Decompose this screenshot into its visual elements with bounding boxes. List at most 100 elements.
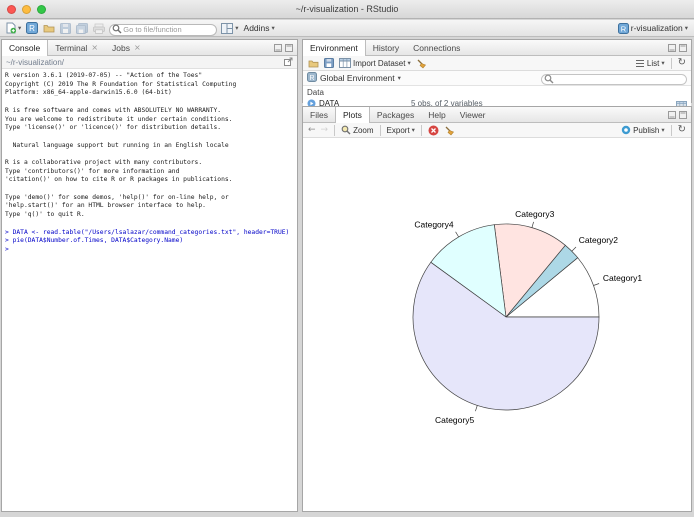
environment-scope-row: R Global Environment ▾ <box>303 71 691 86</box>
tab-packages[interactable]: Packages <box>370 107 421 122</box>
maximize-pane-icon[interactable] <box>679 106 687 124</box>
tab-help[interactable]: Help <box>421 107 452 122</box>
console-output-line: 'citation()' on how to cite R or R packa… <box>5 176 233 184</box>
save-workspace-button[interactable] <box>323 56 335 70</box>
goto-file-search[interactable] <box>109 19 218 37</box>
refresh-environment-button[interactable]: ↻ <box>677 56 687 70</box>
pie-chart: Category1 Category2 Category3 Category4 Cate… <box>412 209 642 425</box>
tab-connections-label: Connections <box>413 42 461 53</box>
tab-environment-label: Environment <box>310 43 358 53</box>
clear-plots-button[interactable] <box>443 123 456 137</box>
save-all-button[interactable] <box>75 21 89 35</box>
next-plot-button[interactable]: → <box>320 123 330 137</box>
pie-label-tick <box>475 405 478 412</box>
tab-console-label: Console <box>9 43 41 53</box>
tab-packages-label: Packages <box>376 109 415 120</box>
minimize-pane-icon[interactable] <box>668 39 676 57</box>
tab-console[interactable]: Console <box>2 40 49 56</box>
tab-connections[interactable]: Connections <box>406 40 467 55</box>
tab-history[interactable]: History <box>366 40 406 55</box>
plots-tabbar: Files Plots Packages Help Viewer <box>303 107 691 123</box>
pie-label: Category1 <box>603 273 642 283</box>
zoom-label: Zoom <box>353 125 374 135</box>
chevron-down-icon: ▾ <box>397 73 401 82</box>
tab-plots-label: Plots <box>342 110 362 120</box>
addins-label: Addins <box>243 23 270 33</box>
pie-label-tick <box>593 283 600 286</box>
open-folder-icon <box>308 59 319 68</box>
pie-label: Category3 <box>515 209 554 219</box>
window-title: ~/r-visualization - RStudio <box>295 4 399 14</box>
plots-pane-controls <box>668 107 691 122</box>
import-dataset-label: Import Dataset <box>353 58 406 68</box>
console-header: ~/r-visualization/ <box>2 56 297 69</box>
toolbar-divider <box>670 124 672 136</box>
refresh-icon: ↻ <box>677 57 686 68</box>
magnifier-icon <box>341 125 351 135</box>
tab-viewer[interactable]: Viewer <box>453 107 493 122</box>
tab-terminal[interactable]: Terminal × <box>48 40 105 55</box>
previous-plot-button[interactable]: ← <box>307 123 317 137</box>
print-icon <box>93 23 106 34</box>
publish-icon <box>621 125 631 135</box>
open-file-button[interactable] <box>42 21 56 35</box>
tab-help-label: Help <box>428 109 446 120</box>
fullscreen-window-button[interactable] <box>37 5 46 14</box>
addins-menu[interactable]: Addins ▾ <box>243 21 276 35</box>
import-dataset-menu[interactable]: Import Dataset ▾ <box>338 56 412 70</box>
r-project-icon: R <box>26 22 39 34</box>
print-button[interactable] <box>92 21 106 35</box>
tab-plots[interactable]: Plots <box>334 107 370 123</box>
new-project-button[interactable]: R <box>25 21 39 35</box>
environment-search[interactable] <box>541 69 687 87</box>
new-file-button[interactable]: ▾ <box>5 21 22 35</box>
console-output-line: Type 'demo()' for some demos, 'help()' f… <box>5 193 229 201</box>
pie-label: Category4 <box>414 219 453 229</box>
panes-layout-icon <box>221 22 234 34</box>
back-arrow-icon: ← <box>308 124 316 135</box>
save-button[interactable] <box>59 21 72 35</box>
tab-files[interactable]: Files <box>303 107 335 122</box>
project-menu[interactable]: R r-visualization ▾ <box>617 21 689 35</box>
svg-text:R: R <box>309 75 314 82</box>
tab-jobs[interactable]: Jobs × <box>105 40 148 55</box>
console-output-line: 'help.start()' for an HTML browser inter… <box>5 202 206 210</box>
traffic-lights <box>7 5 46 14</box>
export-plot-menu[interactable]: Export ▾ <box>386 123 416 137</box>
list-view-menu[interactable]: List ▾ <box>634 56 666 70</box>
forward-arrow-icon: → <box>320 124 329 135</box>
r-logo-icon: R <box>307 69 317 87</box>
close-jobs-tab-icon[interactable]: × <box>134 43 141 52</box>
clear-objects-button[interactable] <box>415 56 428 70</box>
toolbar-divider <box>420 124 422 136</box>
environment-search-input[interactable] <box>541 74 687 85</box>
tab-files-label: Files <box>310 109 328 120</box>
maximize-pane-icon[interactable] <box>679 39 687 57</box>
plot-area: Category1 Category2 Category3 Category4 Cate… <box>303 138 691 511</box>
env-section-label: Data <box>307 88 324 97</box>
environment-scope-menu[interactable]: Global Environment <box>320 73 395 83</box>
console-output-line: Copyright (C) 2019 The R Foundation for … <box>5 80 237 88</box>
search-icon <box>544 71 554 89</box>
close-window-button[interactable] <box>7 5 16 14</box>
save-icon <box>60 22 72 34</box>
goto-file-input[interactable] <box>109 23 218 36</box>
list-icon <box>635 59 645 68</box>
save-all-icon <box>76 22 89 34</box>
minimize-pane-icon[interactable] <box>668 106 676 124</box>
zoom-plot-button[interactable]: Zoom <box>340 123 374 137</box>
close-terminal-tab-icon[interactable]: × <box>91 43 98 52</box>
load-workspace-button[interactable] <box>307 56 320 70</box>
console-pane: Console Terminal × Jobs × ~/r-visualizatio… <box>1 39 298 512</box>
minimize-window-button[interactable] <box>22 5 31 14</box>
chevron-down-icon: ▾ <box>407 58 411 67</box>
workspace-panes-button[interactable]: ▾ <box>220 21 239 35</box>
toolbar-divider <box>670 57 672 69</box>
minimize-pane-icon[interactable] <box>274 39 282 57</box>
tab-environment[interactable]: Environment <box>303 40 366 56</box>
remove-plot-button[interactable] <box>427 123 440 137</box>
console-output[interactable]: R version 3.6.1 (2019-07-05) -- "Action … <box>2 69 297 511</box>
refresh-plots-button[interactable]: ↻ <box>677 123 687 137</box>
publish-menu[interactable]: Publish ▾ <box>620 123 666 137</box>
